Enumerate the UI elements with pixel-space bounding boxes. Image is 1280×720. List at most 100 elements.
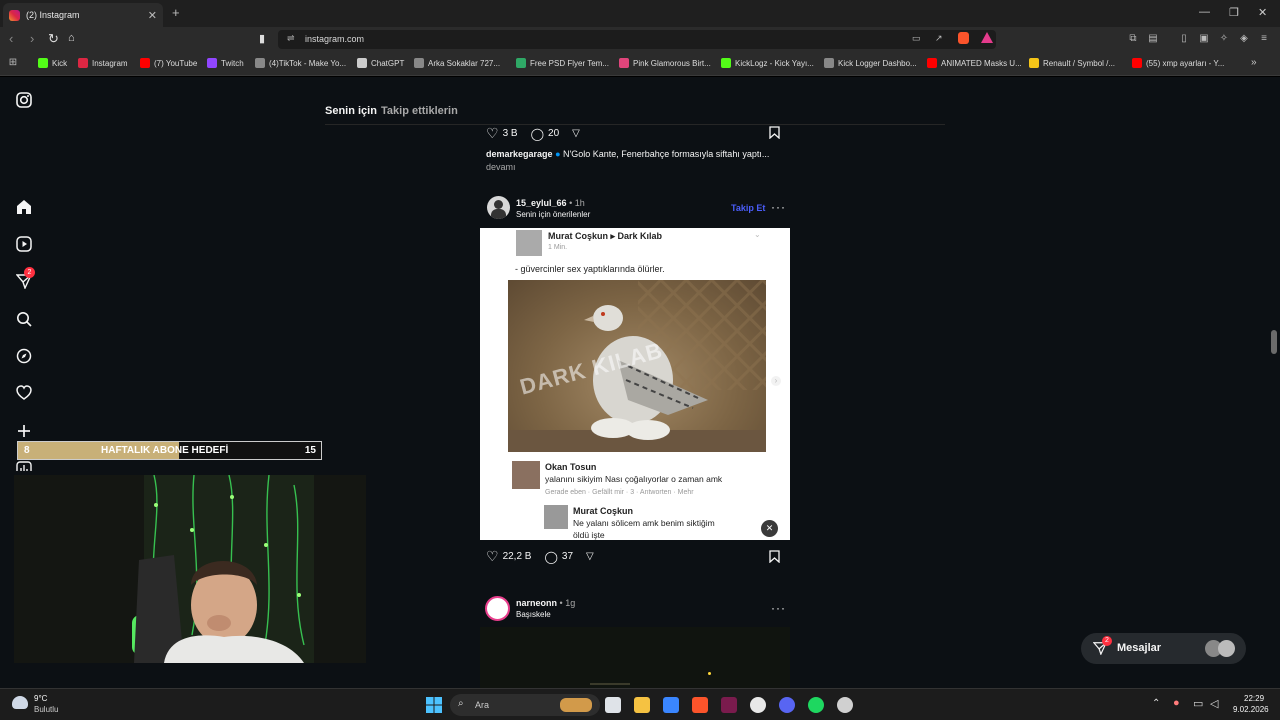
avatar[interactable] xyxy=(485,596,510,621)
more-options-icon[interactable]: ··· xyxy=(771,601,786,615)
caption-username[interactable]: demarkegarage xyxy=(486,149,553,159)
microphone-icon[interactable]: ● xyxy=(1173,697,1180,709)
create-icon[interactable] xyxy=(15,423,33,441)
cast-icon[interactable]: ▭ xyxy=(912,33,921,44)
bookmark-icon xyxy=(78,58,88,68)
minimize-icon[interactable]: — xyxy=(1199,6,1210,18)
new-tab-icon[interactable]: + xyxy=(172,5,180,20)
bookmark-item[interactable]: Arka Sokaklar 727... xyxy=(414,58,500,68)
volume-icon[interactable]: ◁ xyxy=(1210,697,1218,710)
bookmark-item[interactable]: Pink Glamorous Birt... xyxy=(619,58,711,68)
discord-icon[interactable] xyxy=(779,697,795,713)
wallet-icon[interactable]: ▣ xyxy=(1198,33,1210,45)
share-icon[interactable]: ▽ xyxy=(572,128,580,139)
restore-icon[interactable]: ❐ xyxy=(1229,6,1239,19)
menu-icon[interactable]: ≡ xyxy=(1258,33,1270,45)
comment-icon[interactable]: ◯ xyxy=(531,127,544,141)
apps-grid-icon[interactable]: ⊞ xyxy=(7,57,19,69)
address-bar[interactable]: ⇌ instagram.com ▭ ↗ xyxy=(278,30,996,49)
webcam-overlay xyxy=(14,475,366,663)
messages-button[interactable]: 2 Mesajlar xyxy=(1081,633,1246,664)
more-options-icon[interactable]: ··· xyxy=(771,200,786,214)
vpn-icon[interactable]: ◈ xyxy=(1238,33,1250,45)
share-icon[interactable]: ▽ xyxy=(586,551,594,562)
dashboard-icon[interactable] xyxy=(15,461,33,471)
page-scrollbar-thumb[interactable] xyxy=(1271,330,1277,354)
save-icon[interactable] xyxy=(769,126,780,140)
site-info-icon[interactable]: ⇌ xyxy=(287,33,295,44)
sidebar-icon[interactable]: ▯ xyxy=(1178,33,1190,45)
next-slide-icon[interactable]: › xyxy=(771,376,781,386)
like-icon[interactable]: ♡ xyxy=(486,548,499,565)
messages-icon[interactable]: 2 xyxy=(15,267,35,291)
close-tab-icon[interactable]: ✕ xyxy=(148,9,157,22)
goal-target: 15 xyxy=(304,445,316,456)
next-app-icon[interactable] xyxy=(721,697,737,713)
taskbar-search[interactable]: ⌕ Ara xyxy=(450,694,600,716)
reload-icon[interactable]: ↻ xyxy=(48,31,59,47)
bookmark-item[interactable]: (7) YouTube xyxy=(140,58,197,68)
bookmark-item[interactable]: Twitch xyxy=(207,58,244,68)
bookmark-item[interactable]: ANIMATED Masks U... xyxy=(927,58,1022,68)
tab-for-you[interactable]: Senin için xyxy=(325,105,377,117)
bookmark-item[interactable]: (4)TikTok - Make Yo... xyxy=(255,58,346,68)
follow-button[interactable]: Takip Et xyxy=(731,203,765,213)
weather-icon[interactable] xyxy=(12,696,28,709)
ai-assistant-icon[interactable]: ✧ xyxy=(1218,33,1230,45)
search-icon[interactable] xyxy=(15,311,33,329)
notifications-heart-icon[interactable] xyxy=(15,385,33,403)
task-view-icon[interactable] xyxy=(605,697,621,713)
close-window-icon[interactable]: ✕ xyxy=(1258,6,1267,19)
like-icon[interactable]: ♡ xyxy=(486,125,499,142)
back-icon[interactable]: ‹ xyxy=(9,31,13,46)
mute-icon[interactable]: ✕ xyxy=(761,520,778,537)
post-username[interactable]: 15_eylul_66 xyxy=(516,198,567,208)
extensions-icon[interactable]: ⧉ xyxy=(1127,33,1139,45)
tab-following[interactable]: Takip ettiklerin xyxy=(381,105,458,117)
bookmark-item[interactable]: Kick xyxy=(38,58,67,68)
caption-more-link[interactable]: devamı xyxy=(486,162,516,172)
search-highlight-icon xyxy=(560,698,592,712)
clock-date[interactable]: 9.02.2026 xyxy=(1233,705,1269,714)
bookmark-item[interactable]: Kick Logger Dashbo... xyxy=(824,58,917,68)
steam-icon[interactable] xyxy=(750,697,766,713)
tab-manager-icon[interactable]: ▤ xyxy=(1147,33,1159,45)
clock-time[interactable]: 22:29 xyxy=(1244,694,1264,703)
forward-icon[interactable]: › xyxy=(30,31,34,46)
bookmark-item[interactable]: (55) xmp ayarları - Y... xyxy=(1132,58,1224,68)
brave-rewards-icon[interactable] xyxy=(981,32,993,43)
avatar[interactable] xyxy=(487,196,510,219)
bookmark-item[interactable]: ChatGPT xyxy=(357,58,404,68)
brave-shields-icon[interactable] xyxy=(958,32,969,44)
store-icon[interactable] xyxy=(663,697,679,713)
home-icon[interactable]: ⌂ xyxy=(68,32,75,44)
next-post-username[interactable]: narneonn xyxy=(516,598,557,608)
bookmark-item[interactable]: Renault / Symbol /... xyxy=(1029,58,1115,68)
bookmark-item[interactable]: Free PSD Flyer Tem... xyxy=(516,58,609,68)
browser-tab-instagram[interactable]: (2) Instagram ✕ xyxy=(3,3,163,27)
tray-overflow-icon[interactable]: ⌃ xyxy=(1152,698,1160,709)
display-icon[interactable]: ▭ xyxy=(1193,697,1203,710)
instagram-logo-icon[interactable] xyxy=(15,92,33,110)
comment1-meta: Gerade eben · Gefällt mir · 3 · Antworte… xyxy=(545,489,694,496)
spotify-icon[interactable] xyxy=(808,697,824,713)
home-icon[interactable] xyxy=(15,199,33,217)
post-media[interactable]: Murat Coşkun ▸ Dark Kılab 1 Min. ⌄ - güv… xyxy=(480,228,790,540)
brave-browser-icon[interactable] xyxy=(692,697,708,713)
bookmark-icon[interactable]: ▮ xyxy=(259,32,265,45)
start-icon[interactable] xyxy=(426,697,442,713)
explore-icon[interactable] xyxy=(15,348,33,366)
save-icon[interactable] xyxy=(769,550,780,564)
file-explorer-icon[interactable] xyxy=(634,697,650,713)
next-post-media[interactable] xyxy=(480,627,790,688)
reels-icon[interactable] xyxy=(15,236,33,254)
more-bookmarks-icon[interactable]: » xyxy=(1251,57,1257,68)
bookmark-item[interactable]: Instagram xyxy=(78,58,128,68)
comment-icon[interactable]: ◯ xyxy=(544,550,557,564)
chevron-down-icon: ⌄ xyxy=(754,230,761,239)
share-icon[interactable]: ↗ xyxy=(935,33,943,44)
next-post-location: Başıskele xyxy=(516,610,551,619)
obs-icon[interactable] xyxy=(837,697,853,713)
bookmark-label: Twitch xyxy=(221,58,244,68)
bookmark-item[interactable]: KickLogz - Kick Yayı... xyxy=(721,58,814,68)
